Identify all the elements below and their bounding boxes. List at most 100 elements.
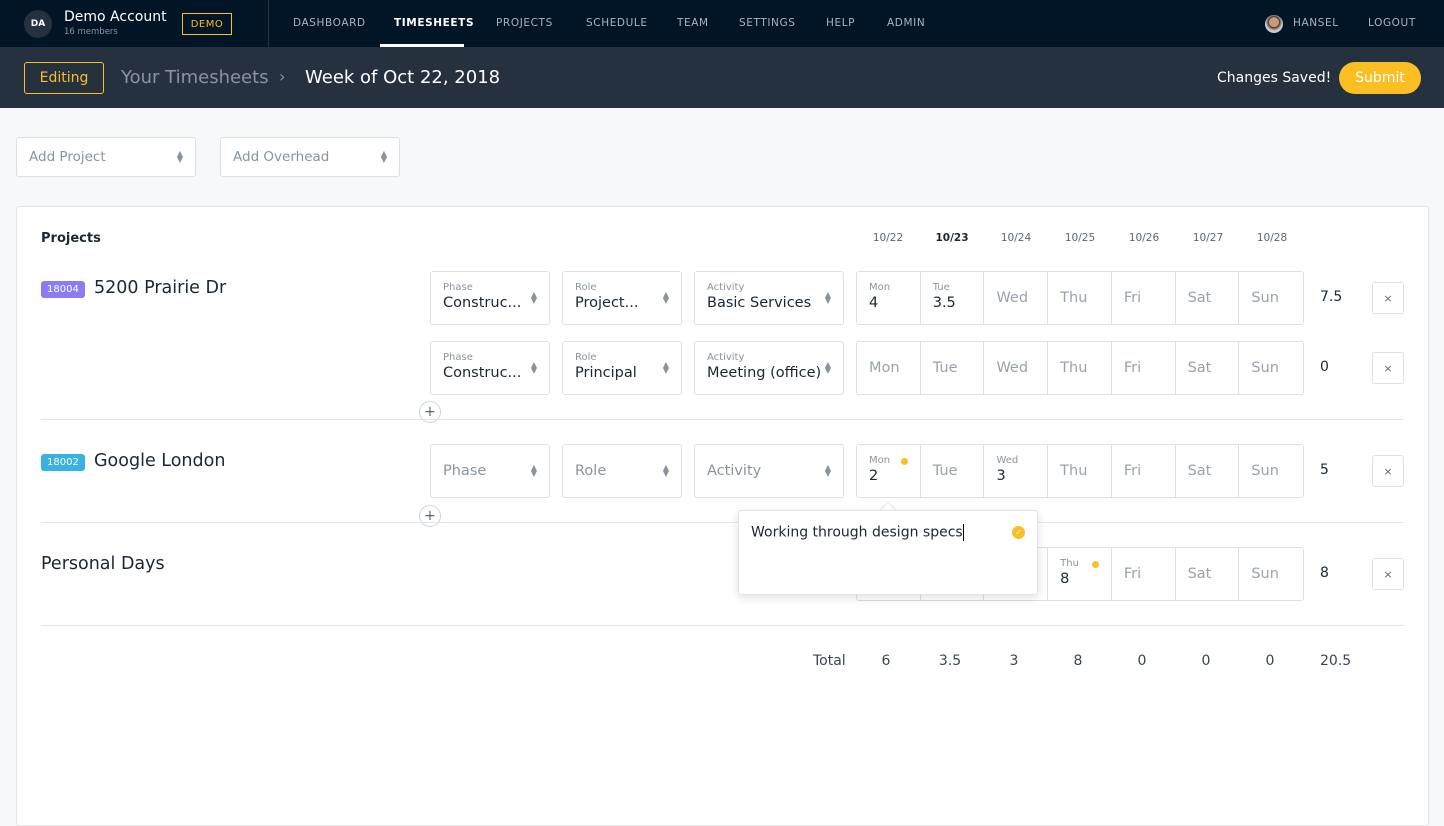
note-indicator-icon[interactable]	[900, 458, 908, 465]
day-cell-mon[interactable]: Mon 4	[857, 272, 921, 324]
hours-row: Mon 2 Tue Wed 3 Thu Fri Sat Sun	[856, 444, 1304, 498]
day-cell-thu[interactable]: Thu	[1048, 445, 1112, 497]
day-cell-wed[interactable]: Wed	[984, 342, 1049, 394]
nav-projects[interactable]: PROJECTS	[496, 17, 553, 29]
nav-help[interactable]: HELP	[826, 17, 855, 29]
day-total: 8	[1073, 653, 1083, 669]
remove-row-button[interactable]: ×	[1372, 558, 1404, 590]
hours-value: 8	[1060, 571, 1070, 587]
activity-label: Activity	[707, 282, 745, 293]
phase-placeholder: Phase	[443, 463, 487, 479]
day-cell-thu[interactable]: Thu 8	[1048, 548, 1112, 600]
day-cell-tue[interactable]: Tue	[921, 342, 985, 394]
day-cell-fri[interactable]: Fri	[1112, 548, 1176, 600]
day-cell-sun[interactable]: Sun	[1239, 342, 1303, 394]
add-row-button[interactable]: +	[419, 505, 441, 527]
date-header: 10/26	[1128, 232, 1160, 244]
add-overhead-label: Add Overhead	[233, 149, 330, 165]
note-popover[interactable]: Working through design specs ✓	[738, 510, 1038, 595]
day-cell-fri[interactable]: Fri	[1112, 445, 1176, 497]
phase-select[interactable]: Phase Construc... ▲ ▼	[430, 271, 550, 325]
hours-value: 2	[869, 468, 879, 484]
add-overhead-select[interactable]: Add Overhead ▲ ▼	[220, 137, 400, 177]
project-name: Personal Days	[41, 554, 165, 574]
day-cell-sun[interactable]: Sun	[1239, 445, 1303, 497]
nav-admin[interactable]: ADMIN	[887, 17, 925, 29]
phase-select[interactable]: Phase ▲ ▼	[430, 444, 550, 498]
nav-timesheets[interactable]: TIMESHEETS	[394, 17, 474, 29]
day-cell-thu[interactable]: Thu	[1048, 342, 1112, 394]
account-members: 16 members	[64, 27, 118, 37]
role-value: Project...	[575, 295, 639, 311]
day-placeholder: Sun	[1251, 290, 1279, 306]
text-cursor	[962, 524, 964, 541]
select-caret-icon: ▲ ▼	[530, 463, 537, 478]
select-caret-icon: ▲ ▼	[824, 290, 831, 305]
day-total: 6	[881, 653, 891, 669]
day-cell-wed[interactable]: Wed	[984, 272, 1049, 324]
select-caret-icon: ▲ ▼	[662, 290, 669, 305]
nav-schedule[interactable]: SCHEDULE	[586, 17, 648, 29]
day-placeholder: Mon	[869, 360, 900, 376]
role-label: Role	[575, 282, 597, 293]
day-cell-wed[interactable]: Wed 3	[984, 445, 1049, 497]
day-cell-fri[interactable]: Fri	[1112, 342, 1176, 394]
role-placeholder: Role	[575, 463, 607, 479]
role-select[interactable]: Role Project... ▲ ▼	[562, 271, 682, 325]
breadcrumb-timesheets[interactable]: Your Timesheets	[121, 67, 269, 88]
note-indicator-icon[interactable]	[1091, 561, 1099, 568]
day-cell-sat[interactable]: Sat	[1176, 342, 1240, 394]
select-caret-icon: ▲ ▼	[176, 149, 183, 164]
date-header: 10/24	[1000, 232, 1032, 244]
project-name[interactable]: Google London	[94, 451, 225, 471]
day-cell-tue[interactable]: Tue	[921, 445, 985, 497]
check-circle-icon[interactable]: ✓	[1012, 526, 1025, 539]
hours-value: 3.5	[932, 295, 956, 311]
role-select[interactable]: Role ▲ ▼	[562, 444, 682, 498]
role-select[interactable]: Role Principal ▲ ▼	[562, 341, 682, 395]
nav-settings[interactable]: SETTINGS	[739, 17, 796, 29]
account-avatar[interactable]: DA	[24, 10, 52, 38]
remove-row-button[interactable]: ×	[1372, 455, 1404, 487]
day-cell-mon[interactable]: Mon	[857, 342, 921, 394]
day-placeholder: Sun	[1251, 360, 1279, 376]
activity-select[interactable]: Activity Meeting (office) ▲ ▼	[694, 341, 844, 395]
row-total: 8	[1320, 565, 1329, 581]
select-caret-icon: ▲ ▼	[530, 360, 537, 375]
remove-row-button[interactable]: ×	[1372, 282, 1404, 314]
day-cell-sun[interactable]: Sun	[1239, 272, 1303, 324]
day-cell-sat[interactable]: Sat	[1176, 272, 1240, 324]
user-avatar[interactable]	[1265, 15, 1283, 33]
hours-row: Mon Tue Wed Thu Fri Sat Sun	[856, 341, 1304, 395]
day-cell-tue[interactable]: Tue 3.5	[921, 272, 985, 324]
day-cell-fri[interactable]: Fri	[1112, 272, 1176, 324]
project-code-badge: 18004	[41, 281, 85, 298]
activity-select[interactable]: Activity Basic Services ▲ ▼	[694, 271, 844, 325]
select-caret-icon: ▲ ▼	[824, 463, 831, 478]
day-placeholder: Tue	[932, 360, 958, 376]
project-name[interactable]: 5200 Prairie Dr	[94, 278, 226, 298]
editing-mode-badge[interactable]: Editing	[24, 62, 104, 94]
select-caret-icon: ▲ ▼	[662, 463, 669, 478]
day-cell-sat[interactable]: Sat	[1176, 445, 1240, 497]
account-name[interactable]: Demo Account	[64, 9, 167, 25]
hours-value: 3	[996, 468, 1006, 484]
day-placeholder: Fri	[1123, 566, 1142, 582]
user-name-link[interactable]: HANSEL	[1293, 17, 1339, 29]
submit-button[interactable]: Submit	[1339, 62, 1421, 94]
nav-dashboard[interactable]: DASHBOARD	[293, 17, 366, 29]
day-placeholder: Thu	[1060, 290, 1088, 306]
activity-select[interactable]: Activity ▲ ▼	[694, 444, 844, 498]
note-input[interactable]: Working through design specs	[751, 525, 963, 541]
logout-link[interactable]: LOGOUT	[1368, 17, 1416, 29]
day-total: 3.5	[938, 653, 962, 669]
add-project-select[interactable]: Add Project ▲ ▼	[16, 137, 196, 177]
day-cell-mon[interactable]: Mon 2	[857, 445, 921, 497]
remove-row-button[interactable]: ×	[1372, 352, 1404, 384]
phase-select[interactable]: Phase Construc... ▲ ▼	[430, 341, 550, 395]
day-cell-sat[interactable]: Sat	[1176, 548, 1240, 600]
day-cell-thu[interactable]: Thu	[1048, 272, 1112, 324]
day-cell-sun[interactable]: Sun	[1239, 548, 1303, 600]
phase-label: Phase	[443, 352, 473, 363]
nav-team[interactable]: TEAM	[677, 17, 709, 29]
